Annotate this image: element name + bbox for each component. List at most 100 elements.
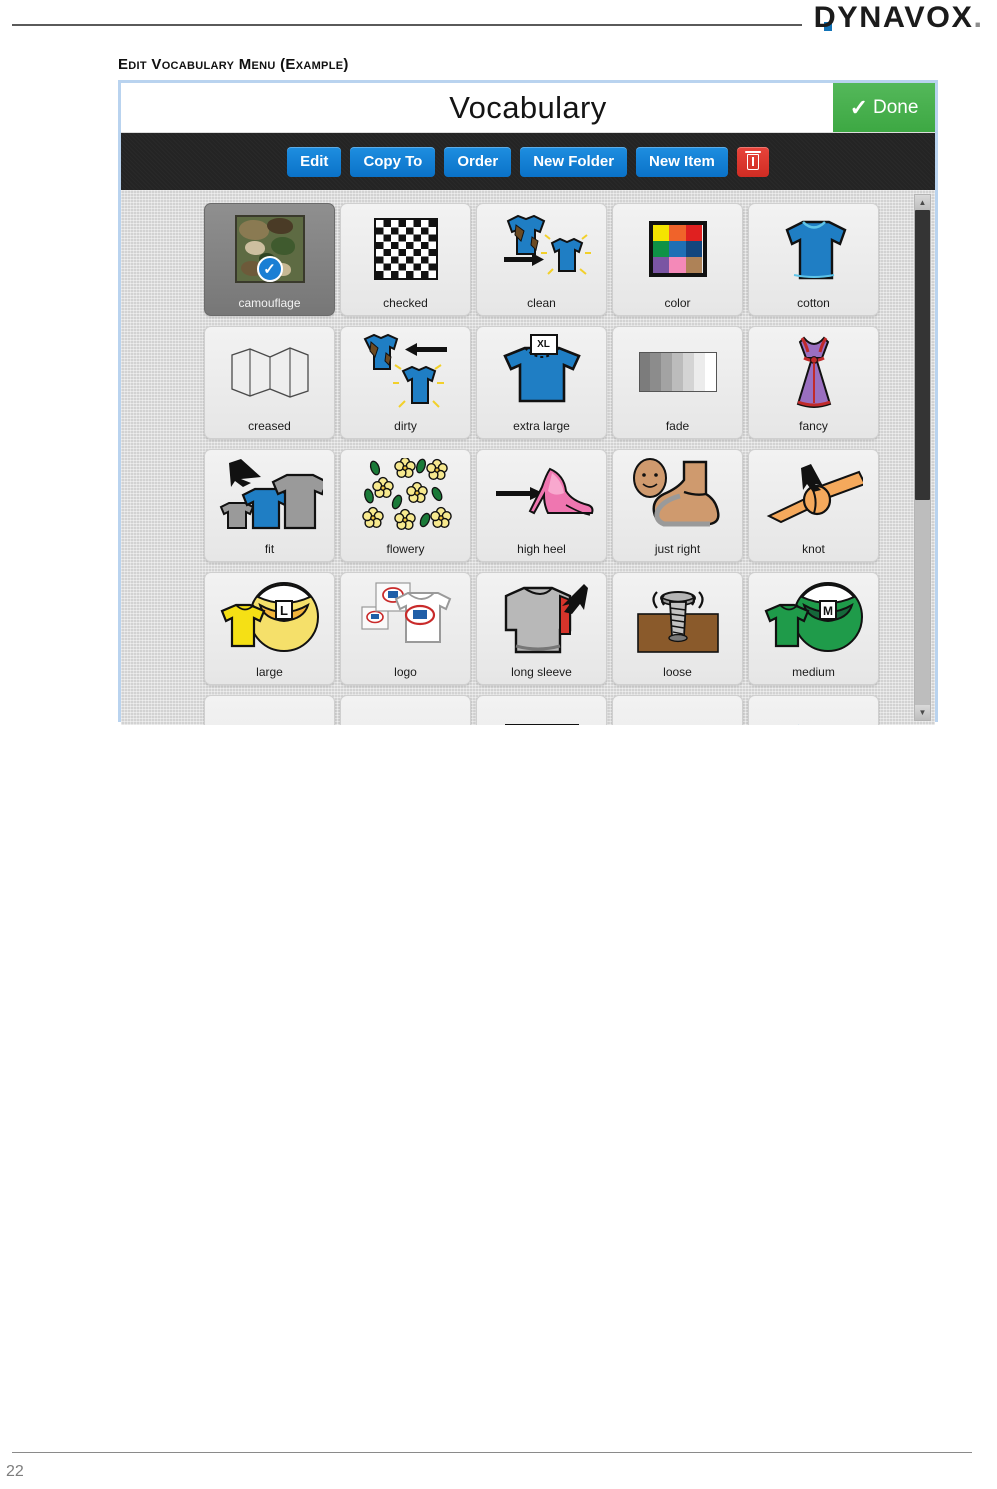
pink-high-heel-icon xyxy=(477,453,606,537)
cell-partial-4[interactable] xyxy=(612,695,743,725)
cell-label: dirty xyxy=(394,419,417,433)
new-item-button[interactable]: New Item xyxy=(636,146,728,177)
section-title: Edit Vocabulary Menu (Example) xyxy=(118,56,349,73)
cell-color[interactable]: color xyxy=(612,203,743,316)
selection-check-icon: ✓ xyxy=(256,256,283,282)
scrollbar-track[interactable] xyxy=(915,210,930,705)
long-sleeve-shirt-icon xyxy=(477,576,606,660)
scrollbar-thumb[interactable] xyxy=(915,210,930,500)
cell-long-sleeve[interactable]: long sleeve xyxy=(476,572,607,685)
cell-flowery[interactable]: flowery xyxy=(340,449,471,562)
cell-camouflage[interactable]: ✓ camouflage xyxy=(204,203,335,316)
cell-dirty[interactable]: dirty xyxy=(340,326,471,439)
cell-fade[interactable]: fade xyxy=(612,326,743,439)
order-button-label: Order xyxy=(457,153,499,170)
cell-label: knot xyxy=(802,542,825,556)
cell-creased[interactable]: creased xyxy=(204,326,335,439)
done-button-label: Done xyxy=(873,96,919,118)
cell-label: clean xyxy=(527,296,556,310)
checkerboard-icon xyxy=(341,207,470,291)
cell-fancy[interactable]: fancy xyxy=(748,326,879,439)
cell-label: logo xyxy=(394,665,417,679)
cell-partial-3[interactable] xyxy=(476,695,607,725)
cell-medium[interactable]: M medium xyxy=(748,572,879,685)
page-header: DYNAVOX. xyxy=(0,0,997,48)
cell-label: checked xyxy=(383,296,428,310)
cell-label: extra large xyxy=(513,419,570,433)
cell-label: fade xyxy=(665,419,690,433)
app-window-screenshot: Vocabulary ✓ Done Edit Copy To Order New… xyxy=(118,80,938,725)
page-number: 22 xyxy=(6,1463,24,1480)
scroll-up-arrow-icon[interactable]: ▲ xyxy=(915,195,930,210)
cell-label: large xyxy=(256,665,283,679)
yellow-flowers-icon xyxy=(341,453,470,537)
app-title-bar: Vocabulary ✓ Done xyxy=(121,83,935,133)
loose-screw-icon xyxy=(613,576,742,660)
cell-knot[interactable]: knot xyxy=(748,449,879,562)
cell-loose[interactable]: loose xyxy=(612,572,743,685)
cell-checked[interactable]: checked xyxy=(340,203,471,316)
footer-divider xyxy=(12,1452,972,1453)
done-button[interactable]: ✓ Done xyxy=(833,83,935,132)
cell-label: cotton xyxy=(797,296,830,310)
rope-knot-icon xyxy=(749,453,878,537)
polka-dot-pattern-icon xyxy=(477,699,606,725)
green-shirt-medium-icon: M xyxy=(749,576,878,660)
header-divider xyxy=(12,24,802,26)
scroll-down-arrow-icon[interactable]: ▼ xyxy=(915,705,930,720)
copy-to-button[interactable]: Copy To xyxy=(350,146,436,177)
edit-button-label: Edit xyxy=(300,153,329,170)
white-shirt-logo-icon xyxy=(341,576,470,660)
cell-label: creased xyxy=(248,419,291,433)
new-item-button-label: New Item xyxy=(649,153,715,170)
shiny-sparkle-icon xyxy=(749,699,878,725)
new-folder-button-label: New Folder xyxy=(533,153,615,170)
order-button[interactable]: Order xyxy=(444,146,512,177)
cell-label: high heel xyxy=(517,542,566,556)
cell-clean[interactable]: clean xyxy=(476,203,607,316)
color-palette-grid-icon xyxy=(613,207,742,291)
cell-partial-1[interactable] xyxy=(204,695,335,725)
grid-scrollbar[interactable]: ▲ ▼ xyxy=(914,194,931,721)
copy-to-button-label: Copy To xyxy=(363,153,423,170)
edit-button[interactable]: Edit xyxy=(287,146,342,177)
clean-to-dirty-shirt-icon xyxy=(341,330,470,414)
gray-gradient-icon xyxy=(613,330,742,414)
page-title: Vocabulary xyxy=(449,90,607,125)
cell-extra-large[interactable]: XL extra large xyxy=(476,326,607,439)
folded-paper-icon xyxy=(205,330,334,414)
dirty-to-clean-shirt-icon xyxy=(477,207,606,291)
cell-label: loose xyxy=(663,665,692,679)
foot-in-shoe-icon xyxy=(613,453,742,537)
beaded-pattern-icon xyxy=(613,699,742,725)
delete-button[interactable] xyxy=(736,146,769,177)
new-folder-button[interactable]: New Folder xyxy=(520,146,628,177)
xl-shirt-icon: XL xyxy=(477,330,606,414)
cell-label: camouflage xyxy=(238,296,301,310)
brand-logo-text: DYNAVOX xyxy=(813,1,973,34)
yellow-shirt-large-icon: L xyxy=(205,576,334,660)
check-icon: ✓ xyxy=(849,94,868,120)
brand-logo-dot: . xyxy=(972,1,983,34)
cell-logo[interactable]: logo xyxy=(340,572,471,685)
cell-label: long sleeve xyxy=(511,665,572,679)
cell-partial-2[interactable] xyxy=(340,695,471,725)
vocabulary-grid-area: ✓ camouflage checked clean color cotton … xyxy=(121,190,935,725)
blue-tshirt-icon xyxy=(749,207,878,291)
cell-cotton[interactable]: cotton xyxy=(748,203,879,316)
cell-label: just right xyxy=(654,542,701,556)
cell-label: fit xyxy=(264,542,275,556)
purple-dress-icon xyxy=(749,330,878,414)
cell-fit[interactable]: fit xyxy=(204,449,335,562)
beaded-pattern-icon xyxy=(205,699,334,725)
trash-icon xyxy=(744,150,761,170)
cell-label: fancy xyxy=(799,419,828,433)
cell-large[interactable]: L large xyxy=(204,572,335,685)
svg-text:L: L xyxy=(280,603,288,618)
striped-pattern-icon xyxy=(341,699,470,725)
three-shirts-fit-icon xyxy=(205,453,334,537)
cell-partial-5[interactable] xyxy=(748,695,879,725)
cell-just-right[interactable]: just right xyxy=(612,449,743,562)
cell-high-heel[interactable]: high heel xyxy=(476,449,607,562)
vocabulary-cell-grid: ✓ camouflage checked clean color cotton … xyxy=(204,198,935,725)
